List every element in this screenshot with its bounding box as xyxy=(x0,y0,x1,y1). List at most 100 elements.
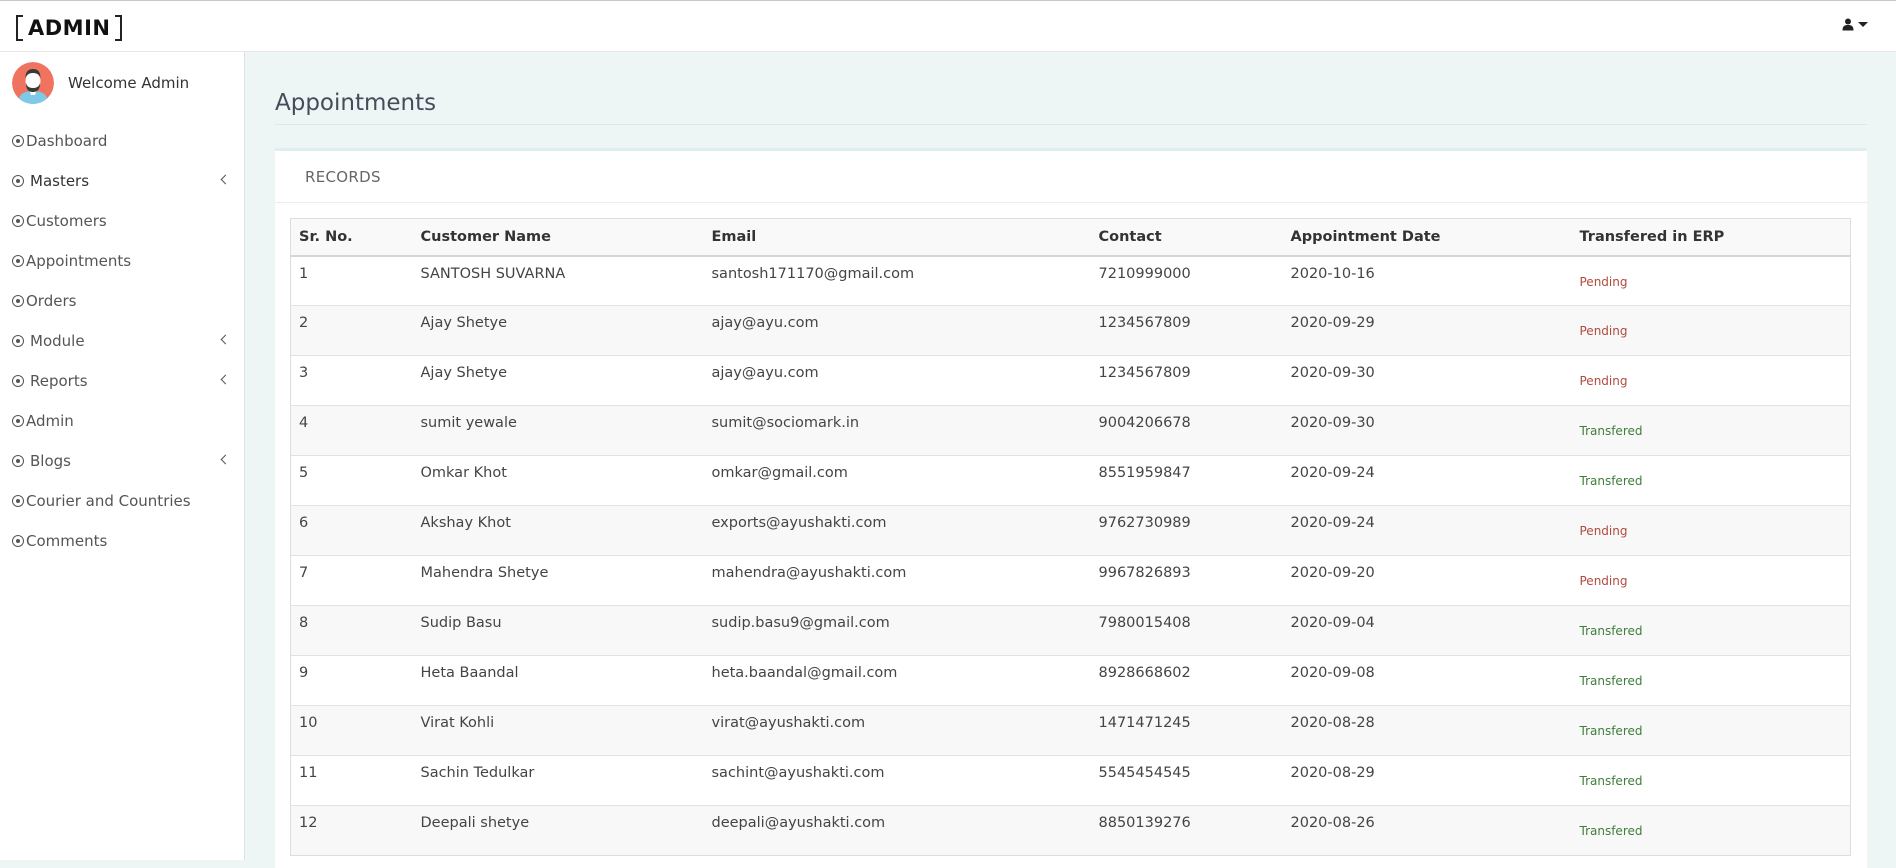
cell-status: Pending xyxy=(1571,305,1851,356)
top-navbar: ADMIN xyxy=(0,0,1896,52)
table-row[interactable]: 6 Akshay Khot exports@ayushakti.com 9762730… xyxy=(290,505,1851,556)
sidebar-item-label: Admin xyxy=(26,412,74,430)
sidebar-item-label: Orders xyxy=(26,292,77,310)
cell-status: Pending xyxy=(1571,555,1851,606)
column-header-email[interactable]: Email xyxy=(703,218,1091,257)
sidebar-item-module[interactable]: Module xyxy=(0,321,245,361)
column-header-contact[interactable]: Contact xyxy=(1090,218,1283,257)
logo-bracket-left xyxy=(16,15,23,41)
table-row[interactable]: 9 Heta Baandal heta.baandal@gmail.com 89286… xyxy=(290,655,1851,706)
sidebar-item-customers[interactable]: Customers xyxy=(0,201,245,241)
sidebar-item-label: Comments xyxy=(26,532,108,550)
sidebar-profile: Welcome Admin xyxy=(12,62,189,104)
cell-contact: 7980015408 xyxy=(1090,605,1283,656)
cell-sr-no: 7 xyxy=(290,555,413,606)
page-title: Appointments xyxy=(275,90,437,116)
divider xyxy=(275,124,1867,125)
brand-logo[interactable]: ADMIN xyxy=(16,15,123,41)
cell-status: Transfered xyxy=(1571,455,1851,506)
welcome-text: Welcome Admin xyxy=(68,74,190,92)
table-row[interactable]: 2 Ajay Shetye ajay@ayu.com 1234567809 2020-0… xyxy=(290,305,1851,356)
circle-dot-icon xyxy=(12,415,24,427)
circle-dot-icon xyxy=(12,175,24,187)
cell-customer-name: Mahendra Shetye xyxy=(412,555,704,606)
table-row[interactable]: 1 SANTOSH SUVARNA santosh171170@gmail.com 7… xyxy=(290,255,1851,306)
cell-customer-name: Akshay Khot xyxy=(412,505,704,556)
cell-customer-name: Ajay Shetye xyxy=(412,305,704,356)
cell-customer-name: Heta Baandal xyxy=(412,655,704,706)
cell-customer-name: Deepali shetye xyxy=(412,805,704,856)
brand-name: ADMIN xyxy=(28,16,111,40)
cell-email: exports@ayushakti.com xyxy=(703,505,1091,556)
sidebar-item-label: Appointments xyxy=(26,252,132,270)
circle-dot-icon xyxy=(12,135,24,147)
cell-appointment-date: 2020-09-08 xyxy=(1282,655,1572,706)
cell-contact: 5545454545 xyxy=(1090,755,1283,806)
table-row[interactable]: 5 Omkar Khot omkar@gmail.com 8551959847 2020… xyxy=(290,455,1851,506)
cell-customer-name: Sudip Basu xyxy=(412,605,704,656)
circle-dot-icon xyxy=(12,495,24,507)
cell-contact: 7210999000 xyxy=(1090,255,1283,306)
cell-status: Transfered xyxy=(1571,755,1851,806)
column-header-customer-name[interactable]: Customer Name xyxy=(412,218,704,257)
table-body: 1 SANTOSH SUVARNA santosh171170@gmail.com 7… xyxy=(290,255,1851,856)
user-menu-toggle[interactable] xyxy=(1842,18,1868,31)
cell-appointment-date: 2020-09-24 xyxy=(1282,455,1572,506)
cell-customer-name: sumit yewale xyxy=(412,405,704,456)
sidebar-item-orders[interactable]: Orders xyxy=(0,281,245,321)
table-row[interactable]: 12 Deepali shetye deepali@ayushakti.com 885… xyxy=(290,805,1851,856)
sidebar-item-comments[interactable]: Comments xyxy=(0,521,245,561)
cell-sr-no: 5 xyxy=(290,455,413,506)
cell-sr-no: 9 xyxy=(290,655,413,706)
cell-sr-no: 6 xyxy=(290,505,413,556)
cell-sr-no: 8 xyxy=(290,605,413,656)
table-row[interactable]: 3 Ajay Shetye ajay@ayu.com 1234567809 2020-0… xyxy=(290,355,1851,406)
sidebar-item-label: Masters xyxy=(30,172,90,190)
column-header-transfered-in-erp[interactable]: Transfered in ERP xyxy=(1571,218,1851,257)
sidebar-item-dashboard[interactable]: Dashboard xyxy=(0,121,245,161)
sidebar-item-admin[interactable]: Admin xyxy=(0,401,245,441)
cell-contact: 9004206678 xyxy=(1090,405,1283,456)
sidebar-item-label: Blogs xyxy=(30,452,71,470)
table-row[interactable]: 8 Sudip Basu sudip.basu9@gmail.com 79800154… xyxy=(290,605,1851,656)
appointments-table: Sr. No. Customer Name Email Contact Appo… xyxy=(290,218,1851,856)
cell-appointment-date: 2020-09-04 xyxy=(1282,605,1572,656)
table-row[interactable]: 4 sumit yewale sumit@sociomark.in 900420667… xyxy=(290,405,1851,456)
cell-status: Pending xyxy=(1571,355,1851,406)
sidebar-item-label: Dashboard xyxy=(26,132,108,150)
cell-sr-no: 12 xyxy=(290,805,413,856)
panel-heading: RECORDS xyxy=(275,151,1867,203)
user-icon xyxy=(1842,18,1854,31)
cell-customer-name: Ajay Shetye xyxy=(412,355,704,406)
cell-email: sachint@ayushakti.com xyxy=(703,755,1091,806)
cell-sr-no: 10 xyxy=(290,705,413,756)
sidebar-item-masters[interactable]: Masters xyxy=(0,161,245,201)
records-panel: RECORDS Sr. No. Customer Name Email Cont… xyxy=(275,148,1867,868)
sidebar-item-courier-and-countries[interactable]: Courier and Countries xyxy=(0,481,245,521)
cell-contact: 8850139276 xyxy=(1090,805,1283,856)
chevron-left-icon xyxy=(220,374,231,385)
cell-contact: 8928668602 xyxy=(1090,655,1283,706)
sidebar-item-blogs[interactable]: Blogs xyxy=(0,441,245,481)
table-row[interactable]: 7 Mahendra Shetye mahendra@ayushakti.com 99… xyxy=(290,555,1851,606)
chevron-left-icon xyxy=(220,174,231,185)
circle-dot-icon xyxy=(12,215,24,227)
cell-sr-no: 4 xyxy=(290,405,413,456)
column-header-sr-no[interactable]: Sr. No. xyxy=(290,218,413,257)
cell-email: sudip.basu9@gmail.com xyxy=(703,605,1091,656)
cell-appointment-date: 2020-09-20 xyxy=(1282,555,1572,606)
table-row[interactable]: 11 Sachin Tedulkar sachint@ayushakti.com 55… xyxy=(290,755,1851,806)
cell-appointment-date: 2020-08-29 xyxy=(1282,755,1572,806)
sidebar-item-label: Customers xyxy=(26,212,107,230)
sidebar-item-appointments[interactable]: Appointments xyxy=(0,241,245,281)
sidebar-item-label: Courier and Countries xyxy=(26,492,191,510)
cell-status: Transfered xyxy=(1571,655,1851,706)
sidebar-item-reports[interactable]: Reports xyxy=(0,361,245,401)
cell-sr-no: 11 xyxy=(290,755,413,806)
avatar xyxy=(12,62,54,104)
column-header-appointment-date[interactable]: Appointment Date xyxy=(1282,218,1572,257)
chevron-down-icon xyxy=(1858,22,1868,27)
cell-customer-name: Omkar Khot xyxy=(412,455,704,506)
cell-appointment-date: 2020-08-28 xyxy=(1282,705,1572,756)
table-row[interactable]: 10 Virat Kohli virat@ayushakti.com 14714712… xyxy=(290,705,1851,756)
